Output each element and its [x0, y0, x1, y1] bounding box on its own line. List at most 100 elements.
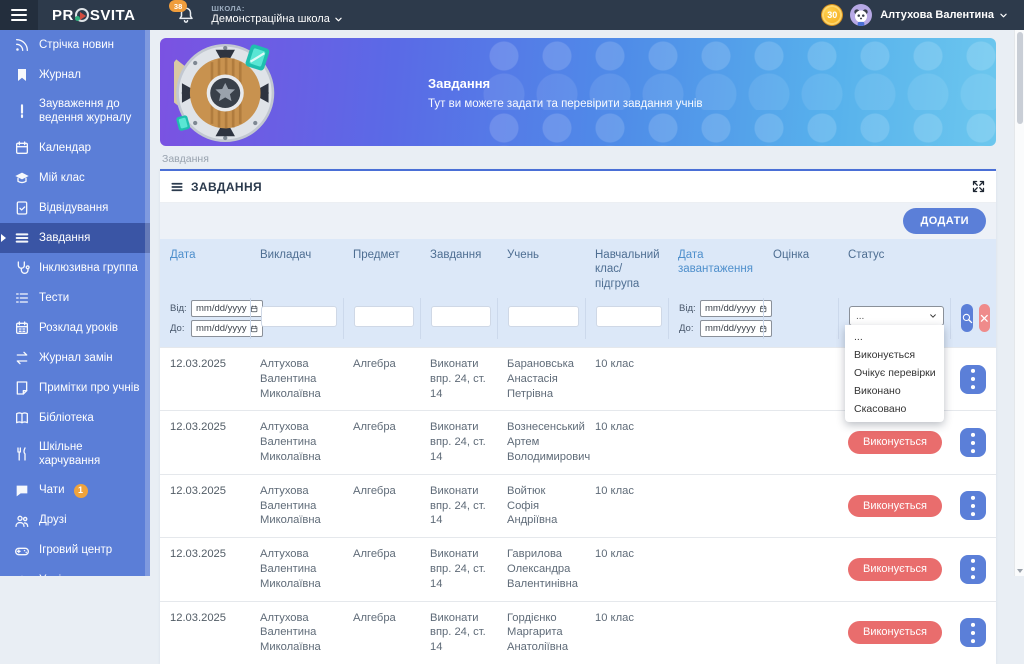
- meals-icon: [14, 446, 30, 462]
- row-actions-button[interactable]: [960, 428, 986, 457]
- sidebar-item-label: Журнал: [39, 68, 81, 82]
- status-option[interactable]: Очікує перевірки: [845, 364, 944, 382]
- library-icon: [14, 410, 30, 426]
- expand-icon[interactable]: [971, 179, 986, 194]
- filter-teacher-input[interactable]: [261, 306, 337, 327]
- scrollbar-thumb[interactable]: [1017, 32, 1023, 124]
- cell-group: 10 клас: [585, 602, 668, 664]
- status-option[interactable]: Скасовано: [845, 400, 944, 418]
- cell-task: Виконати впр. 24, ст. 14: [420, 411, 497, 473]
- sidebar-item[interactable]: Журнал замін: [0, 343, 150, 373]
- row-actions-button[interactable]: [960, 365, 986, 394]
- upload-date-to-input[interactable]: mm/dd/yyyy: [700, 320, 772, 337]
- coins-badge: 30: [822, 5, 842, 25]
- logo-text-pre: PR: [52, 7, 74, 24]
- kebab-menu-icon: [960, 493, 986, 519]
- sidebar-item[interactable]: Інклюзивна группа: [0, 253, 150, 283]
- sidebar-item[interactable]: Зауваження до ведення журналу: [0, 90, 150, 133]
- sidebar-item[interactable]: Шкільне харчування: [0, 433, 150, 476]
- sidebar-item[interactable]: Ігровий центр: [0, 536, 150, 566]
- notifications-bell-button[interactable]: 38: [177, 6, 195, 24]
- sidebar-item[interactable]: Завдання: [0, 223, 150, 253]
- page-scrollbar[interactable]: [1014, 30, 1024, 576]
- status-option[interactable]: Виконано: [845, 382, 944, 400]
- status-select[interactable]: ...: [849, 306, 944, 326]
- clear-filters-button[interactable]: [979, 304, 990, 332]
- user-menu[interactable]: Алтухова Валентина: [880, 9, 1008, 21]
- swap-icon: [14, 350, 30, 366]
- status-dropdown: ... Виконується Очікує перевірки Виконан…: [845, 325, 944, 422]
- search-button[interactable]: [961, 304, 973, 332]
- scroll-down-arrow[interactable]: [1017, 569, 1023, 573]
- add-task-button[interactable]: ДОДАТИ: [903, 208, 986, 234]
- sidebar-item-label: Мій клас: [39, 171, 85, 185]
- sidebar-item-label: Календар: [39, 141, 91, 155]
- bookmark-icon: [14, 67, 30, 83]
- cell-upload-date: [668, 348, 763, 410]
- column-header[interactable]: Дата завантаження: [668, 239, 763, 298]
- sidebar-item[interactable]: Учні: [0, 566, 150, 577]
- upload-to-label: До:: [679, 323, 697, 334]
- kebab-menu-icon: [960, 430, 986, 456]
- cell-subject: Алгебра: [343, 602, 420, 664]
- cell-subject: Алгебра: [343, 411, 420, 473]
- cell-grade: [763, 411, 838, 473]
- upload-date-from-input[interactable]: mm/dd/yyyy: [700, 300, 772, 317]
- column-header[interactable]: Дата: [160, 239, 250, 298]
- column-header[interactable]: Предмет: [343, 239, 420, 298]
- school-label: ШКОЛА:: [211, 4, 342, 13]
- filter-student-input[interactable]: [508, 306, 579, 327]
- filter-group-input[interactable]: [596, 306, 662, 327]
- cell-task: Виконати впр. 24, ст. 14: [420, 348, 497, 410]
- sidebar-item-label: Відвідування: [39, 201, 108, 215]
- sidebar-item[interactable]: Журнал: [0, 60, 150, 90]
- cell-grade: [763, 475, 838, 537]
- tasks-icon: [14, 230, 30, 246]
- sidebar-item-badge: 1: [74, 484, 88, 498]
- column-header[interactable]: Навчальний клас/підгрупа: [585, 239, 668, 298]
- status-badge: Виконується: [848, 558, 942, 581]
- kebab-menu-icon: [960, 556, 986, 582]
- sidebar-item[interactable]: Розклад уроків: [0, 313, 150, 343]
- filter-task-input[interactable]: [431, 306, 491, 327]
- panel-toolbar: ДОДАТИ: [160, 203, 996, 239]
- row-actions-button[interactable]: [960, 555, 986, 584]
- sidebar-item[interactable]: Примітки про учнів: [0, 373, 150, 403]
- user-avatar[interactable]: [850, 4, 872, 26]
- sidebar-item-label: Журнал замін: [39, 351, 113, 365]
- column-header[interactable]: Оцінка: [763, 239, 838, 298]
- cell-group: 10 клас: [585, 348, 668, 410]
- sidebar-item[interactable]: Бібліотека: [0, 403, 150, 433]
- logo-text-post: SVITA: [90, 7, 136, 24]
- sidebar-item[interactable]: Відвідування: [0, 193, 150, 223]
- menu-toggle-button[interactable]: [0, 0, 38, 30]
- column-header[interactable]: Учень: [497, 239, 585, 298]
- search-icon: [961, 312, 973, 324]
- row-actions-button[interactable]: [960, 491, 986, 520]
- status-option[interactable]: ...: [845, 328, 944, 346]
- sidebar-item-label: Зауваження до ведення журналу: [39, 97, 142, 126]
- row-actions-button[interactable]: [960, 618, 986, 647]
- school-selector[interactable]: ШКОЛА: Демонстраційна школа: [211, 4, 342, 26]
- table-row: 12.03.2025 Алтухова Валентина Миколаївна…: [160, 537, 996, 600]
- sidebar-item[interactable]: Тести: [0, 283, 150, 313]
- date-from-label: Від:: [170, 303, 188, 314]
- sidebar-item-label: Розклад уроків: [39, 321, 118, 335]
- panel-title: ЗАВДАННЯ: [191, 180, 262, 194]
- attendance-icon: [14, 200, 30, 216]
- sidebar-item[interactable]: Чати 1: [0, 476, 150, 506]
- sidebar-item[interactable]: Мій клас: [0, 163, 150, 193]
- status-option[interactable]: Виконується: [845, 346, 944, 364]
- column-header[interactable]: Статус: [838, 239, 950, 298]
- filter-subject-input[interactable]: [354, 306, 414, 327]
- cell-group: 10 клас: [585, 475, 668, 537]
- sidebar-item[interactable]: Календар: [0, 133, 150, 163]
- cell-upload-date: [668, 602, 763, 664]
- chat-icon: [14, 483, 30, 499]
- chevron-down-icon: [999, 11, 1008, 20]
- sidebar-item[interactable]: Друзі: [0, 506, 150, 536]
- column-header[interactable]: Викладач: [250, 239, 343, 298]
- sidebar-item[interactable]: Стрічка новин: [0, 30, 150, 60]
- column-header[interactable]: Завдання: [420, 239, 497, 298]
- cell-teacher: Алтухова Валентина Миколаївна: [250, 411, 343, 473]
